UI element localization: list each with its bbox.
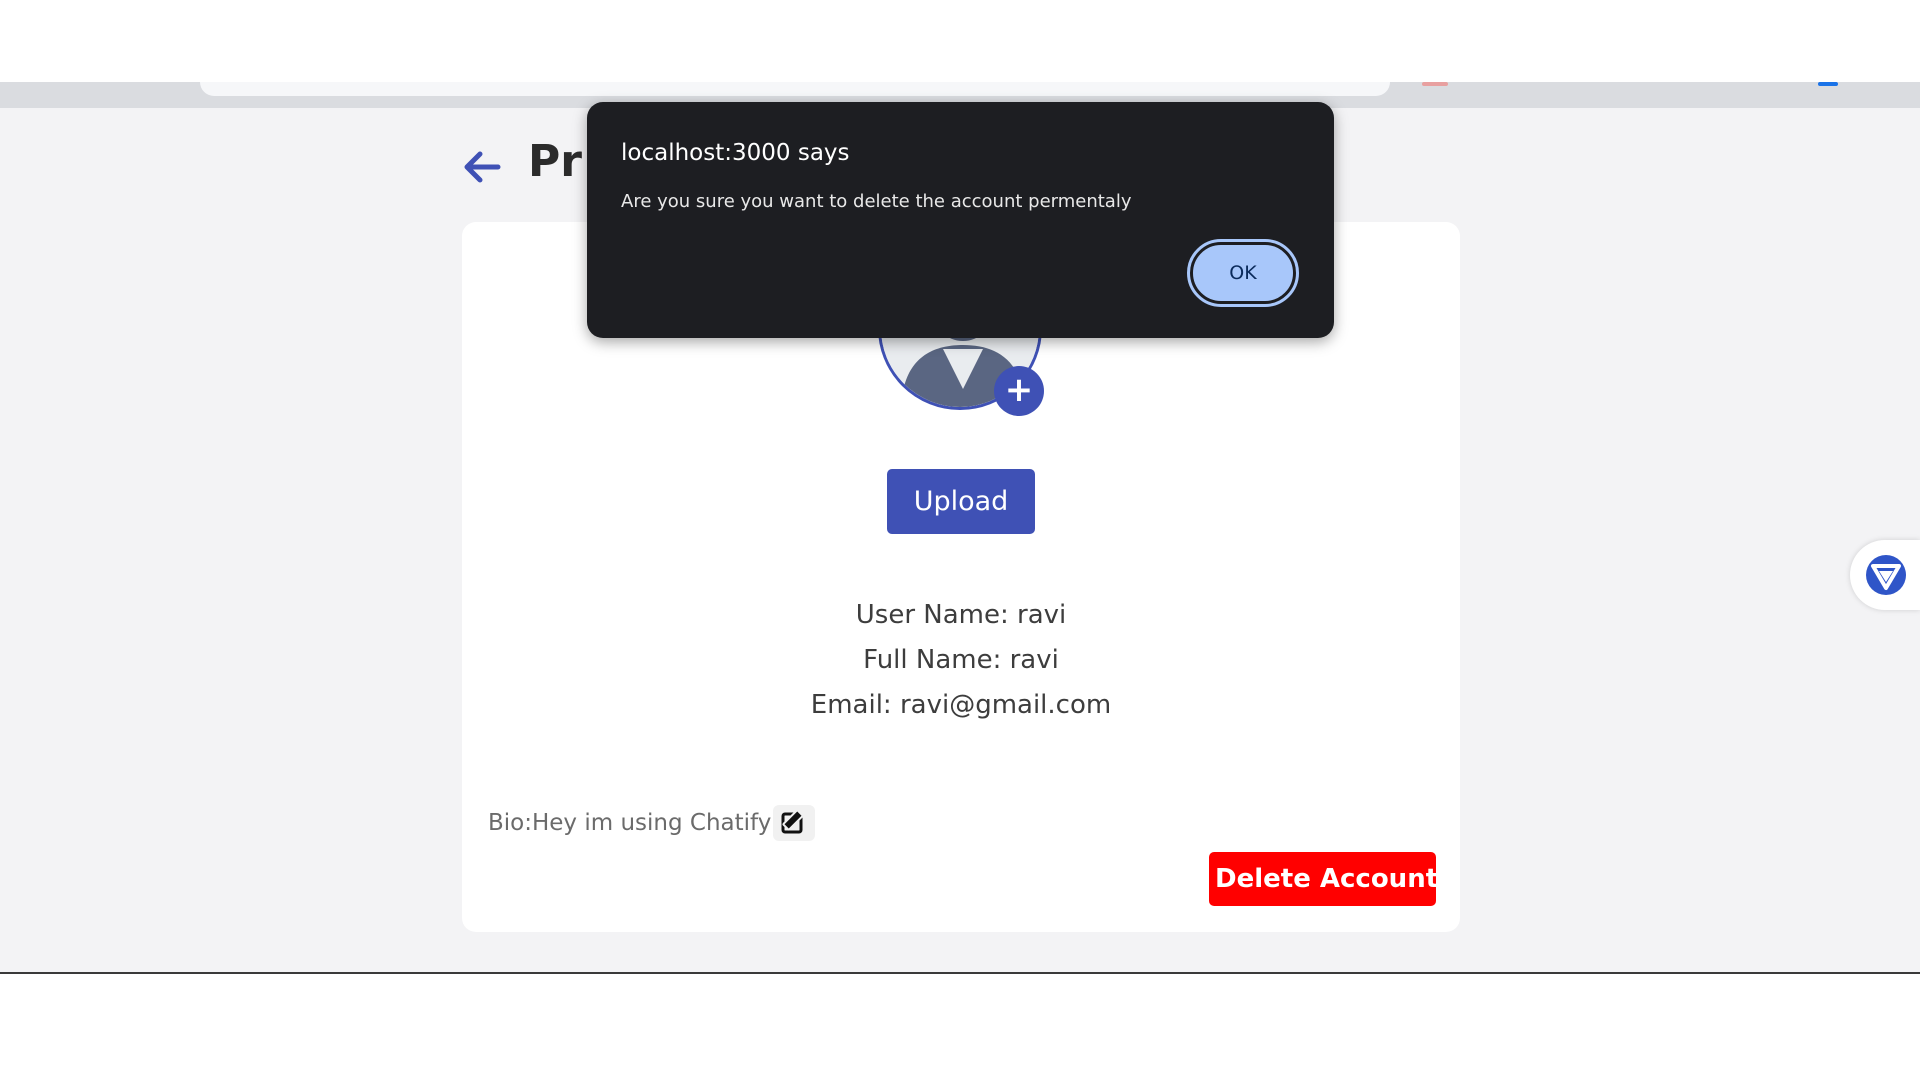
alert-dialog: localhost:3000 says Are you sure you wan… [587, 102, 1334, 338]
full-name-text: Full Name: ravi [863, 645, 1059, 675]
bio-text: Bio:Hey im using Chatify [488, 810, 772, 836]
address-bar[interactable] [200, 82, 1390, 96]
upload-button[interactable]: Upload [887, 469, 1035, 534]
tab-indicator [1422, 82, 1448, 86]
user-name-text: User Name: ravi [855, 600, 1067, 630]
page-title: Pr [528, 136, 582, 187]
email-text: Email: ravi@gmail.com [810, 690, 1112, 720]
edit-icon [781, 809, 804, 834]
extension-badge-icon [1866, 555, 1906, 595]
dialog-title: localhost:3000 says [621, 140, 850, 166]
viewport-bottom-border [0, 972, 1920, 974]
extension-badge[interactable] [1850, 540, 1920, 610]
add-photo-button[interactable]: + [994, 366, 1044, 416]
bio-row: Bio:Hey im using Chatify [488, 805, 816, 841]
back-arrow-icon[interactable] [460, 145, 504, 189]
edit-bio-button[interactable] [773, 805, 816, 841]
delete-account-button[interactable]: Delete Account [1209, 852, 1438, 906]
screen: Pr + Upload User Name: ravi Full Name: r… [0, 0, 1920, 1080]
profile-icon[interactable] [1818, 82, 1838, 86]
ok-button[interactable]: OK [1187, 239, 1299, 307]
dialog-message: Are you sure you want to delete the acco… [621, 191, 1132, 212]
